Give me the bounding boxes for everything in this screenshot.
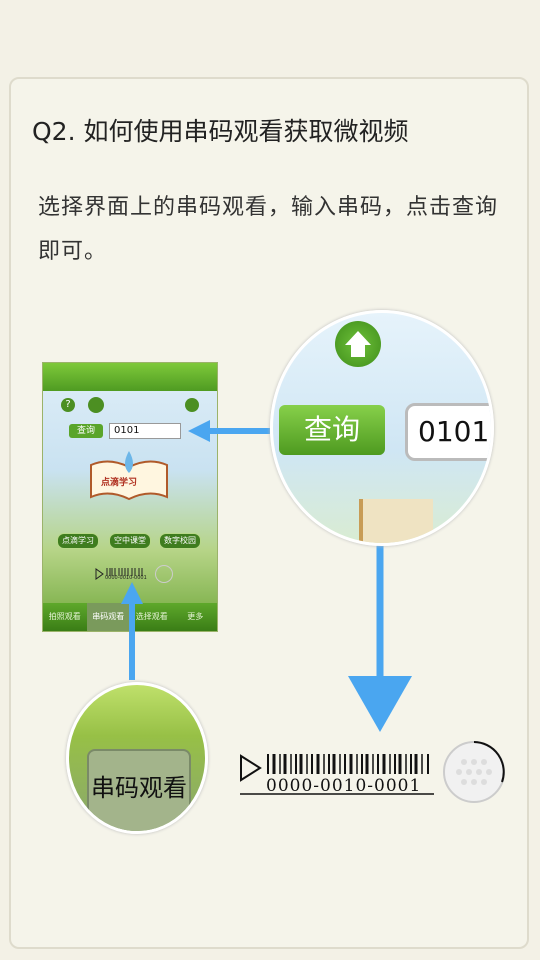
home-icon (88, 397, 104, 413)
phone-button-learning: 点滴学习 (57, 533, 99, 549)
phone-tab-select: 选择观看 (135, 612, 168, 621)
user-icon (185, 398, 199, 412)
phone-tab-more: 更多 (187, 612, 204, 621)
phone-button-classroom: 空中课堂 (109, 533, 151, 549)
answer-text: 选择界面上的串码观看，输入串码，点击查询即可。 (38, 195, 499, 264)
home-icon-large (335, 321, 381, 367)
magnified-code-input: 0101 (405, 403, 491, 461)
book-edge-icon (359, 499, 433, 543)
help-icon: ? (61, 398, 75, 412)
phone-barcode-text: 0000-0010-0001 (105, 575, 147, 581)
barcode-number: 0000-0010-0001 (266, 776, 422, 796)
phone-tab-code: 串码观看 (86, 603, 130, 631)
phone-button-campus: 数字校园 (159, 533, 201, 549)
phone-fingerprint-icon (155, 565, 173, 583)
phone-code-input: 0101 (109, 423, 181, 439)
book-text: 点滴学习 (101, 478, 138, 488)
phone-tab-bar: 拍照观看 串码观看 选择观看 更多 (43, 603, 217, 631)
question-title: Q2. 如何使用串码观看获取微视频 (32, 117, 409, 146)
phone-screenshot: ? 查询 0101 点滴学习 点滴学习 空中课堂 数字校园 0000-0010-… (42, 362, 218, 632)
magnified-query-button: 查询 (279, 405, 385, 455)
phone-header-bar (43, 363, 217, 391)
magnifier-query: 查询 0101 (270, 310, 494, 546)
magnified-code-tab: 串码观看 (87, 749, 191, 831)
magnifier-tab: 串码观看 (66, 682, 208, 834)
phone-query-button: 查询 (69, 424, 103, 438)
phone-tab-photo: 拍照观看 (48, 612, 81, 621)
